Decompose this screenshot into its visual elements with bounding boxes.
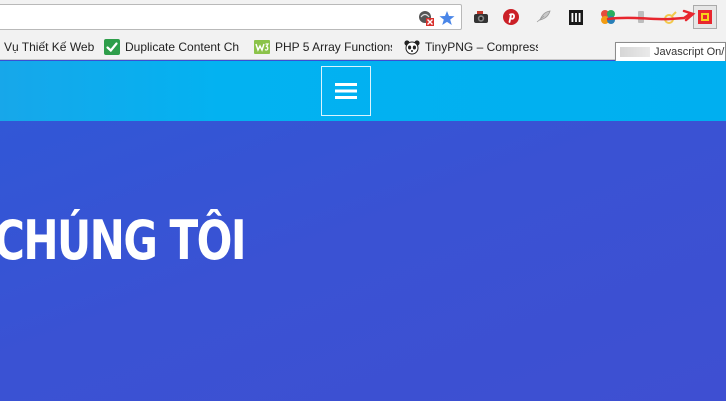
hero-section: CHÚNG TÔI bbox=[0, 121, 726, 401]
browser-toolbar bbox=[0, 0, 726, 34]
panda-icon bbox=[404, 39, 420, 55]
address-bar[interactable] bbox=[0, 4, 462, 30]
feather-extension-icon[interactable] bbox=[533, 7, 553, 27]
blocked-content-icon[interactable] bbox=[418, 10, 434, 26]
bookmark-item[interactable]: Duplicate Content Ch bbox=[104, 38, 244, 56]
annotation-arrow-icon bbox=[606, 9, 696, 22]
camera-extension-icon[interactable] bbox=[471, 7, 491, 27]
blurred-text bbox=[620, 47, 650, 57]
hero-title: CHÚNG TÔI bbox=[0, 209, 247, 272]
bookmark-label: Vụ Thiết Kế Web bbox=[4, 40, 95, 54]
w3-icon bbox=[254, 39, 270, 55]
hamburger-menu-button[interactable] bbox=[321, 66, 371, 116]
tooltip-text: Javascript On/ bbox=[654, 46, 725, 58]
bookmark-label: TinyPNG – Compress bbox=[425, 40, 538, 54]
trash-extension-icon[interactable] bbox=[566, 7, 586, 27]
green-check-icon bbox=[104, 39, 120, 55]
extension-tooltip: Javascript On/ bbox=[615, 42, 726, 62]
bookmark-label: Duplicate Content Ch bbox=[125, 40, 240, 54]
bookmark-item[interactable]: Vụ Thiết Kế Web bbox=[4, 38, 96, 56]
bookmark-item[interactable]: PHP 5 Array Functions bbox=[254, 38, 392, 56]
site-header bbox=[0, 61, 726, 121]
hamburger-icon bbox=[335, 83, 357, 99]
bookmark-label: PHP 5 Array Functions bbox=[275, 40, 392, 54]
pinterest-icon[interactable] bbox=[501, 7, 521, 27]
bookmark-item[interactable]: TinyPNG – Compress bbox=[404, 38, 538, 56]
bookmark-star-icon[interactable] bbox=[439, 10, 455, 26]
